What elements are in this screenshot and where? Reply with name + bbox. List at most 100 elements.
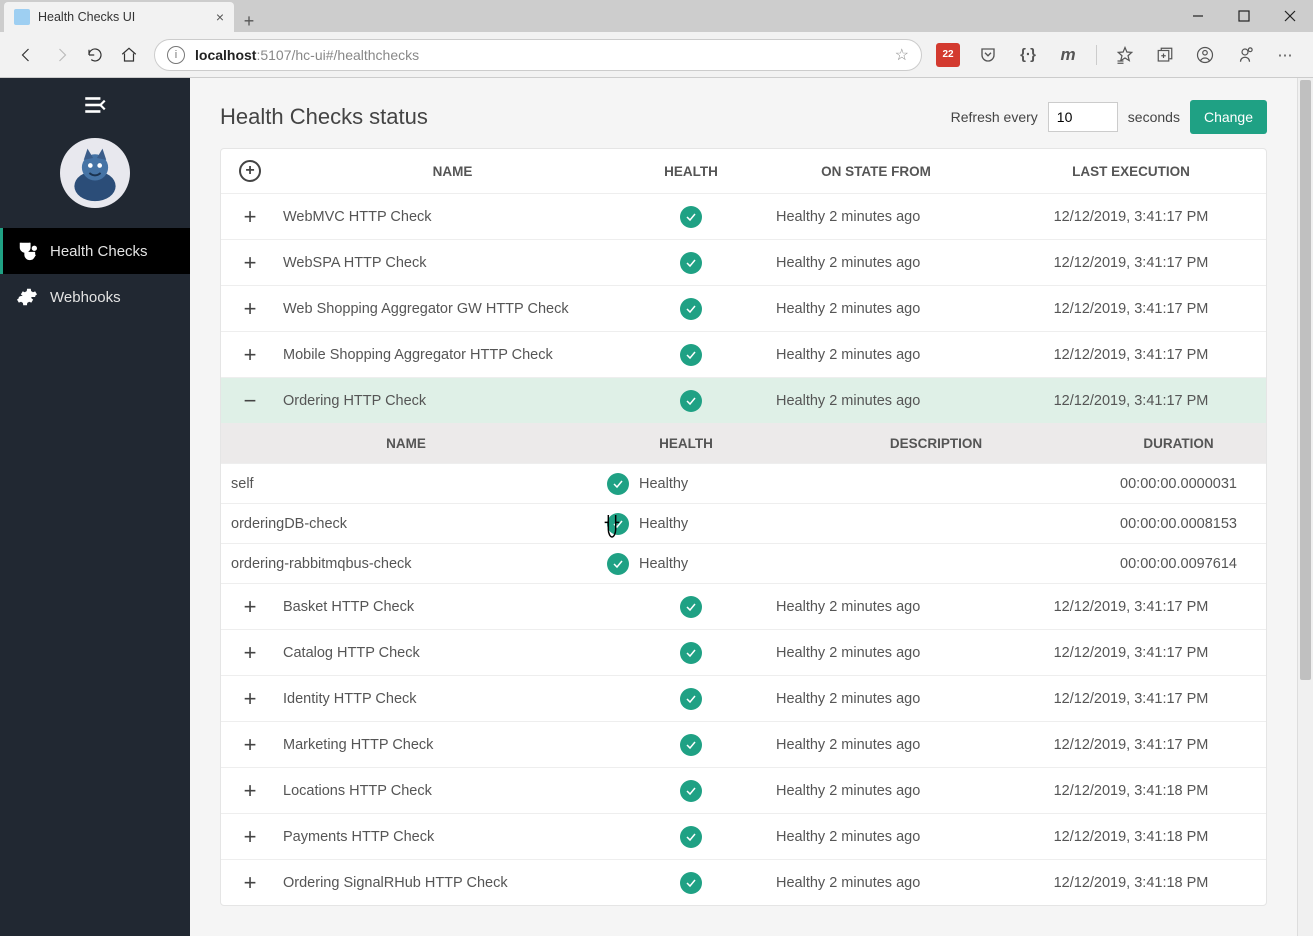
- sub-table-header: NAMEHEALTHDESCRIPTIONDURATION: [221, 423, 1266, 463]
- extension-m-icon[interactable]: m: [1056, 43, 1080, 67]
- tab-close-icon[interactable]: ×: [216, 9, 224, 25]
- table-row[interactable]: +Payments HTTP Check Healthy 2 minutes ag…: [221, 813, 1266, 859]
- back-button[interactable]: [10, 38, 44, 72]
- row-state: Healthy 2 minutes ago: [756, 301, 996, 317]
- browser-tab[interactable]: Health Checks UI ×: [4, 2, 234, 32]
- menu-toggle-button[interactable]: [0, 78, 190, 132]
- expand-icon[interactable]: +: [221, 296, 279, 322]
- row-state: Healthy 2 minutes ago: [756, 255, 996, 271]
- new-tab-button[interactable]: +: [234, 11, 264, 32]
- window-maximize-button[interactable]: [1221, 0, 1267, 32]
- row-state: Healthy 2 minutes ago: [756, 347, 996, 363]
- expand-icon[interactable]: +: [221, 732, 279, 758]
- table-row[interactable]: +Identity HTTP CheckHealthy 2 minutes ag…: [221, 675, 1266, 721]
- table-row[interactable]: +Mobile Shopping Aggregator HTTP Check He…: [221, 331, 1266, 377]
- table-row[interactable]: −Ordering HTTP Check Healthy 2 minutes ag…: [221, 377, 1266, 423]
- table-row[interactable]: +Locations HTTP CheckHealthy 2 minutes a…: [221, 767, 1266, 813]
- health-ok-icon: [680, 688, 702, 710]
- refresh-button[interactable]: [78, 38, 112, 72]
- health-ok-icon: [680, 596, 702, 618]
- avatar: [0, 132, 190, 228]
- health-ok-icon: [607, 513, 629, 535]
- site-info-icon[interactable]: i: [167, 46, 185, 64]
- row-last: 12/12/2019, 3:41:17 PM: [996, 645, 1266, 661]
- table-row[interactable]: +Marketing HTTP CheckHealthy 2 minutes a…: [221, 721, 1266, 767]
- change-button[interactable]: Change: [1190, 100, 1267, 134]
- favorite-icon[interactable]: ☆: [895, 45, 909, 65]
- expand-icon[interactable]: +: [221, 686, 279, 712]
- app-sidebar: Health Checks Webhooks: [0, 78, 190, 936]
- sidebar-item-label: Health Checks: [50, 243, 148, 260]
- health-ok-icon: [680, 642, 702, 664]
- row-name: Basket HTTP Check: [279, 599, 626, 615]
- menu-dots-icon[interactable]: ⋯: [1273, 43, 1297, 67]
- col-health-header: HEALTH: [626, 164, 756, 179]
- extension-pocket-icon[interactable]: [976, 43, 1000, 67]
- row-last: 12/12/2019, 3:41:17 PM: [996, 393, 1266, 409]
- favorites-icon[interactable]: [1113, 43, 1137, 67]
- table-row[interactable]: +WebSPA HTTP CheckHealthy 2 minutes ago1…: [221, 239, 1266, 285]
- row-state: Healthy 2 minutes ago: [756, 393, 996, 409]
- table-row[interactable]: +Web Shopping Aggregator GW HTTP CheckHe…: [221, 285, 1266, 331]
- row-state: Healthy 2 minutes ago: [756, 829, 996, 845]
- expand-icon[interactable]: +: [221, 824, 279, 850]
- subrow-health: Healthy: [639, 556, 688, 572]
- extension-braces-icon[interactable]: {∙}: [1016, 43, 1040, 67]
- health-ok-icon: [607, 553, 629, 575]
- toolbar-separator: [1096, 45, 1097, 65]
- row-state: Healthy 2 minutes ago: [756, 691, 996, 707]
- scrollbar[interactable]: [1297, 78, 1313, 936]
- sub-table-row: ordering-rabbitmqbus-check Healthy 00:00:0…: [221, 543, 1266, 583]
- expand-icon[interactable]: +: [221, 204, 279, 230]
- row-state: Healthy 2 minutes ago: [756, 783, 996, 799]
- subrow-name: ordering-rabbitmqbus-check: [221, 556, 591, 572]
- profile-icon[interactable]: [1193, 43, 1217, 67]
- row-state: Healthy 2 minutes ago: [756, 599, 996, 615]
- expand-icon[interactable]: +: [221, 870, 279, 896]
- row-name: Mobile Shopping Aggregator HTTP Check: [279, 347, 626, 363]
- table-row[interactable]: +Basket HTTP CheckHealthy 2 minutes ago1…: [221, 583, 1266, 629]
- sidebar-item-webhooks[interactable]: Webhooks: [0, 274, 190, 320]
- sidebar-item-health-checks[interactable]: Health Checks: [0, 228, 190, 274]
- collapse-icon[interactable]: −: [221, 388, 279, 414]
- expand-icon[interactable]: +: [221, 250, 279, 276]
- col-name-header: NAME: [279, 164, 626, 179]
- refresh-label-after: seconds: [1128, 109, 1180, 125]
- row-last: 12/12/2019, 3:41:17 PM: [996, 255, 1266, 271]
- subrow-name: self: [221, 476, 591, 492]
- expand-icon[interactable]: +: [221, 342, 279, 368]
- expand-icon[interactable]: +: [221, 640, 279, 666]
- tab-title: Health Checks UI: [38, 10, 210, 24]
- scroll-thumb[interactable]: [1300, 80, 1311, 680]
- subrow-health: Healthy: [639, 476, 688, 492]
- extension-calendar-icon[interactable]: 22: [936, 43, 960, 67]
- expand-icon[interactable]: +: [221, 594, 279, 620]
- row-name: Ordering SignalRHub HTTP Check: [279, 875, 626, 891]
- sub-table-row: selfHealthy00:00:00.0000031: [221, 463, 1266, 503]
- row-name: Ordering HTTP Check: [279, 393, 626, 409]
- row-last: 12/12/2019, 3:41:17 PM: [996, 209, 1266, 225]
- table-row[interactable]: +Catalog HTTP CheckHealthy 2 minutes ago…: [221, 629, 1266, 675]
- window-close-button[interactable]: [1267, 0, 1313, 32]
- row-name: Marketing HTTP Check: [279, 737, 626, 753]
- row-last: 12/12/2019, 3:41:17 PM: [996, 691, 1266, 707]
- subrow-duration: 00:00:00.0097614: [1091, 556, 1266, 572]
- collections-icon[interactable]: [1153, 43, 1177, 67]
- expand-all-icon[interactable]: +: [239, 160, 261, 182]
- home-button[interactable]: [112, 38, 146, 72]
- row-state: Healthy 2 minutes ago: [756, 209, 996, 225]
- sub-table: NAMEHEALTHDESCRIPTIONDURATION self Healthy…: [221, 423, 1266, 583]
- address-bar[interactable]: i localhost:5107/hc-ui#/healthchecks ☆: [154, 39, 922, 71]
- row-last: 12/12/2019, 3:41:17 PM: [996, 737, 1266, 753]
- row-name: Payments HTTP Check: [279, 829, 626, 845]
- table-row[interactable]: +WebMVC HTTP CheckHealthy 2 minutes ago1…: [221, 193, 1266, 239]
- subrow-health: Healthy: [639, 516, 688, 532]
- expand-icon[interactable]: +: [221, 778, 279, 804]
- window-minimize-button[interactable]: [1175, 0, 1221, 32]
- refresh-interval-input[interactable]: [1048, 102, 1118, 132]
- forward-button[interactable]: [44, 38, 78, 72]
- feedback-icon[interactable]: [1233, 43, 1257, 67]
- table-row[interactable]: +Ordering SignalRHub HTTP CheckHealthy 2…: [221, 859, 1266, 905]
- subrow-duration: 00:00:00.0008153: [1091, 516, 1266, 532]
- health-ok-icon: [680, 206, 702, 228]
